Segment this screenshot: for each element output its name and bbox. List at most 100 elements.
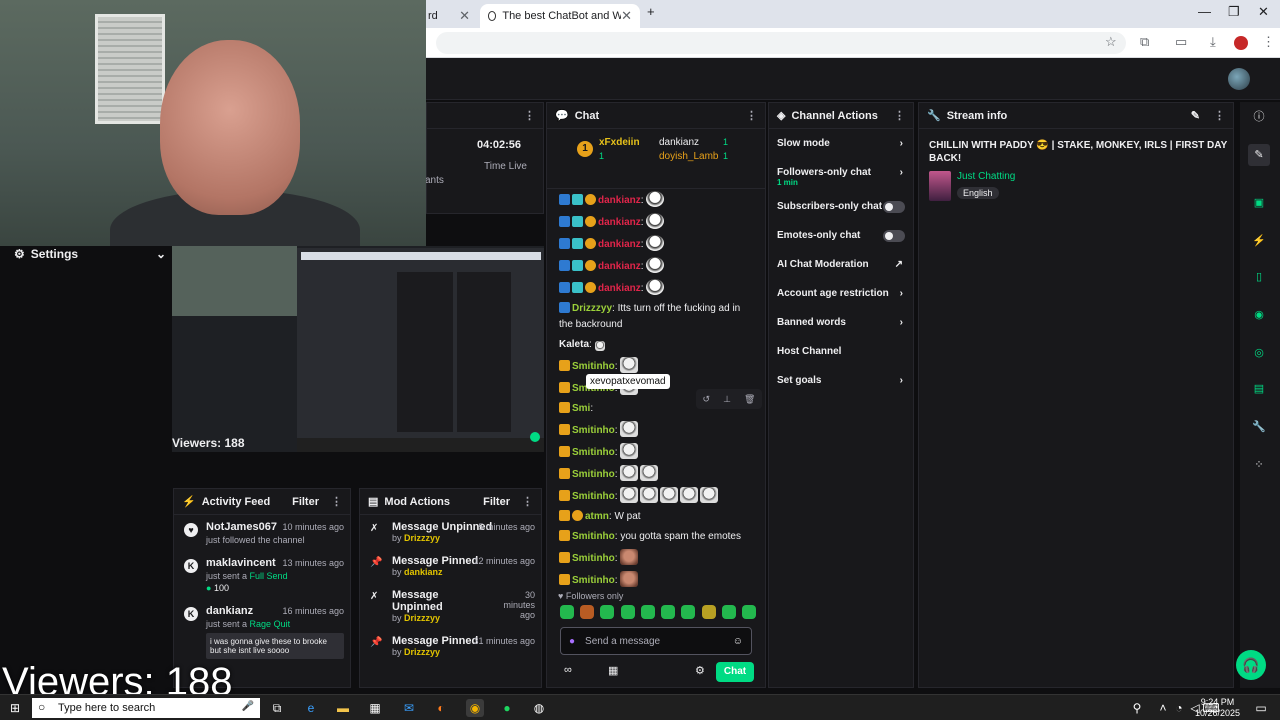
bookmark-star-icon[interactable]: ☆ [1105, 34, 1117, 50]
chat-message[interactable]: dankianz: [547, 255, 765, 277]
chat-username[interactable]: dankianz [598, 239, 641, 250]
obs-icon[interactable]: ◍ [530, 699, 548, 717]
cast-icon[interactable]: ▭ [1175, 34, 1187, 50]
spotify-icon[interactable]: ● [498, 699, 516, 717]
more-options-icon[interactable]: ⋮ [1214, 109, 1225, 122]
chat-emote-icon[interactable] [646, 257, 665, 273]
mod-user[interactable]: dankianz [404, 567, 443, 577]
profile-avatar[interactable] [1234, 36, 1248, 50]
chat-message[interactable]: Smitinho: [547, 419, 765, 441]
extensions-icon[interactable]: ⧉ [1140, 34, 1149, 50]
more-options-icon[interactable]: ⋮ [746, 109, 757, 122]
emote-icon[interactable] [661, 605, 676, 619]
edge-icon[interactable]: e [302, 699, 320, 717]
chat-message-input[interactable]: ● Send a message ☺ [560, 627, 752, 655]
chat-bubble-icon[interactable]: ◉ [1248, 304, 1270, 326]
emote-icon[interactable] [741, 605, 756, 619]
leader-name[interactable]: dankianz [659, 137, 699, 148]
category-link[interactable]: Just Chatting [957, 171, 1015, 182]
chat-username[interactable]: atmn [585, 511, 609, 522]
chat-message[interactable]: dankianz: [547, 189, 765, 211]
leader-name[interactable]: xFxdeiin [599, 137, 640, 148]
chat-username[interactable]: Smitinho [572, 531, 615, 542]
chat-message[interactable]: dankianz: [547, 233, 765, 255]
close-icon[interactable]: ✕ [621, 8, 632, 24]
chat-emote-icon[interactable] [620, 465, 639, 481]
channel-action-item[interactable]: Slow mode › [769, 129, 913, 158]
microphone-icon[interactable]: ● [569, 636, 575, 647]
broadcast-icon[interactable]: ◎ [1248, 342, 1270, 364]
chat-message[interactable]: Smitinho: [547, 485, 765, 507]
network-person-icon[interactable]: ⚲ [1128, 699, 1146, 717]
chat-username[interactable]: dankianz [598, 195, 641, 206]
chat-username[interactable]: dankianz [598, 217, 641, 228]
emoji-icon[interactable]: ☺ [733, 636, 743, 647]
infinity-icon[interactable]: ∞ [564, 664, 572, 676]
gear-icon[interactable]: ⚙ [695, 664, 705, 677]
mod-user[interactable]: Drizzzyy [404, 613, 440, 623]
chat-emote-icon[interactable] [640, 487, 659, 503]
task-view-icon[interactable]: ⧉ [268, 699, 286, 717]
chat-username[interactable]: Smitinho [572, 491, 615, 502]
chat-message[interactable]: dankianz: [547, 277, 765, 299]
chat-username[interactable]: Kaleta [559, 339, 589, 350]
chat-emote-icon[interactable] [646, 213, 665, 229]
system-clock[interactable]: 9:24 PM 10/26/2025 [1195, 697, 1240, 719]
emote-icon[interactable] [681, 605, 696, 619]
reply-icon[interactable]: ↺ [703, 394, 711, 405]
pin-icon[interactable]: ⊥ [723, 394, 731, 405]
restore-button[interactable]: ❐ [1228, 4, 1240, 20]
chat-username[interactable]: Drizzzyy [572, 303, 612, 314]
chevron-down-icon[interactable]: ⌄ [156, 247, 166, 261]
toggle-switch[interactable] [883, 230, 905, 242]
emote-icon[interactable] [620, 605, 635, 619]
chat-emote-icon[interactable] [646, 235, 665, 251]
edit-icon[interactable]: ✎ [1248, 144, 1270, 166]
channel-action-item[interactable]: Followers-only chat 1 min › [769, 158, 913, 192]
chat-emote-icon[interactable] [700, 487, 719, 503]
leader-name[interactable]: doyish_Lamb [659, 151, 718, 162]
send-chat-button[interactable]: Chat [716, 662, 754, 682]
chat-username[interactable]: Smitinho [572, 469, 615, 480]
mod-user[interactable]: Drizzzyy [404, 647, 440, 657]
store-icon[interactable]: ▦ [366, 699, 384, 717]
microphone-icon[interactable]: 🎤 [242, 701, 254, 712]
chat-emote-icon[interactable] [640, 465, 659, 481]
document-icon[interactable]: ▯ [1248, 266, 1270, 288]
more-options-icon[interactable]: ⋮ [522, 495, 533, 508]
chat-username[interactable]: Smi [572, 403, 590, 414]
chat-username[interactable]: Smitinho [572, 575, 615, 586]
chat-username[interactable]: Smitinho [572, 553, 615, 564]
stream-preview[interactable] [172, 246, 544, 452]
emote-icon[interactable] [580, 605, 595, 619]
taskbar-search-input[interactable]: ○ Type here to search 🎤 [32, 698, 260, 718]
minimize-button[interactable]: — [1198, 4, 1211, 19]
chat-message[interactable]: atmn: W pat [547, 507, 765, 527]
extensions-icon[interactable]: ⁘ [1248, 454, 1270, 476]
chat-username[interactable]: Smitinho [572, 447, 615, 458]
channel-action-item[interactable]: Banned words › [769, 308, 913, 337]
delete-icon[interactable]: 🗑 [744, 394, 755, 405]
support-button[interactable]: 🎧 [1236, 650, 1266, 680]
emote-icon[interactable] [560, 605, 574, 619]
lightning-icon[interactable]: ⚡ [1248, 230, 1270, 252]
windows-start-icon[interactable]: ⊞ [6, 699, 24, 717]
chat-emote-icon[interactable] [620, 549, 639, 565]
wrench-icon[interactable]: 🔧 [1248, 416, 1270, 438]
store-icon[interactable]: ▦ [608, 664, 618, 677]
chat-message[interactable]: Smitinho: [547, 547, 765, 569]
channel-action-item[interactable]: Set goals › [769, 366, 913, 395]
chat-message[interactable]: Smitinho: [547, 441, 765, 463]
more-options-icon[interactable]: ⋮ [524, 109, 535, 122]
chat-emote-icon[interactable] [660, 487, 679, 503]
edit-icon[interactable]: ✎ [1191, 109, 1200, 122]
chat-emote-icon[interactable] [620, 357, 639, 373]
chat-emote-icon[interactable] [680, 487, 699, 503]
more-options-icon[interactable]: ⋮ [331, 495, 342, 508]
mail-icon[interactable]: ✉ [400, 699, 418, 717]
emote-icon[interactable] [721, 605, 736, 619]
firefox-icon[interactable]: ◐ [432, 699, 450, 717]
chat-username[interactable]: Smitinho [572, 425, 615, 436]
avatar[interactable] [1228, 68, 1250, 90]
chat-username[interactable]: Smitinho [572, 361, 615, 372]
